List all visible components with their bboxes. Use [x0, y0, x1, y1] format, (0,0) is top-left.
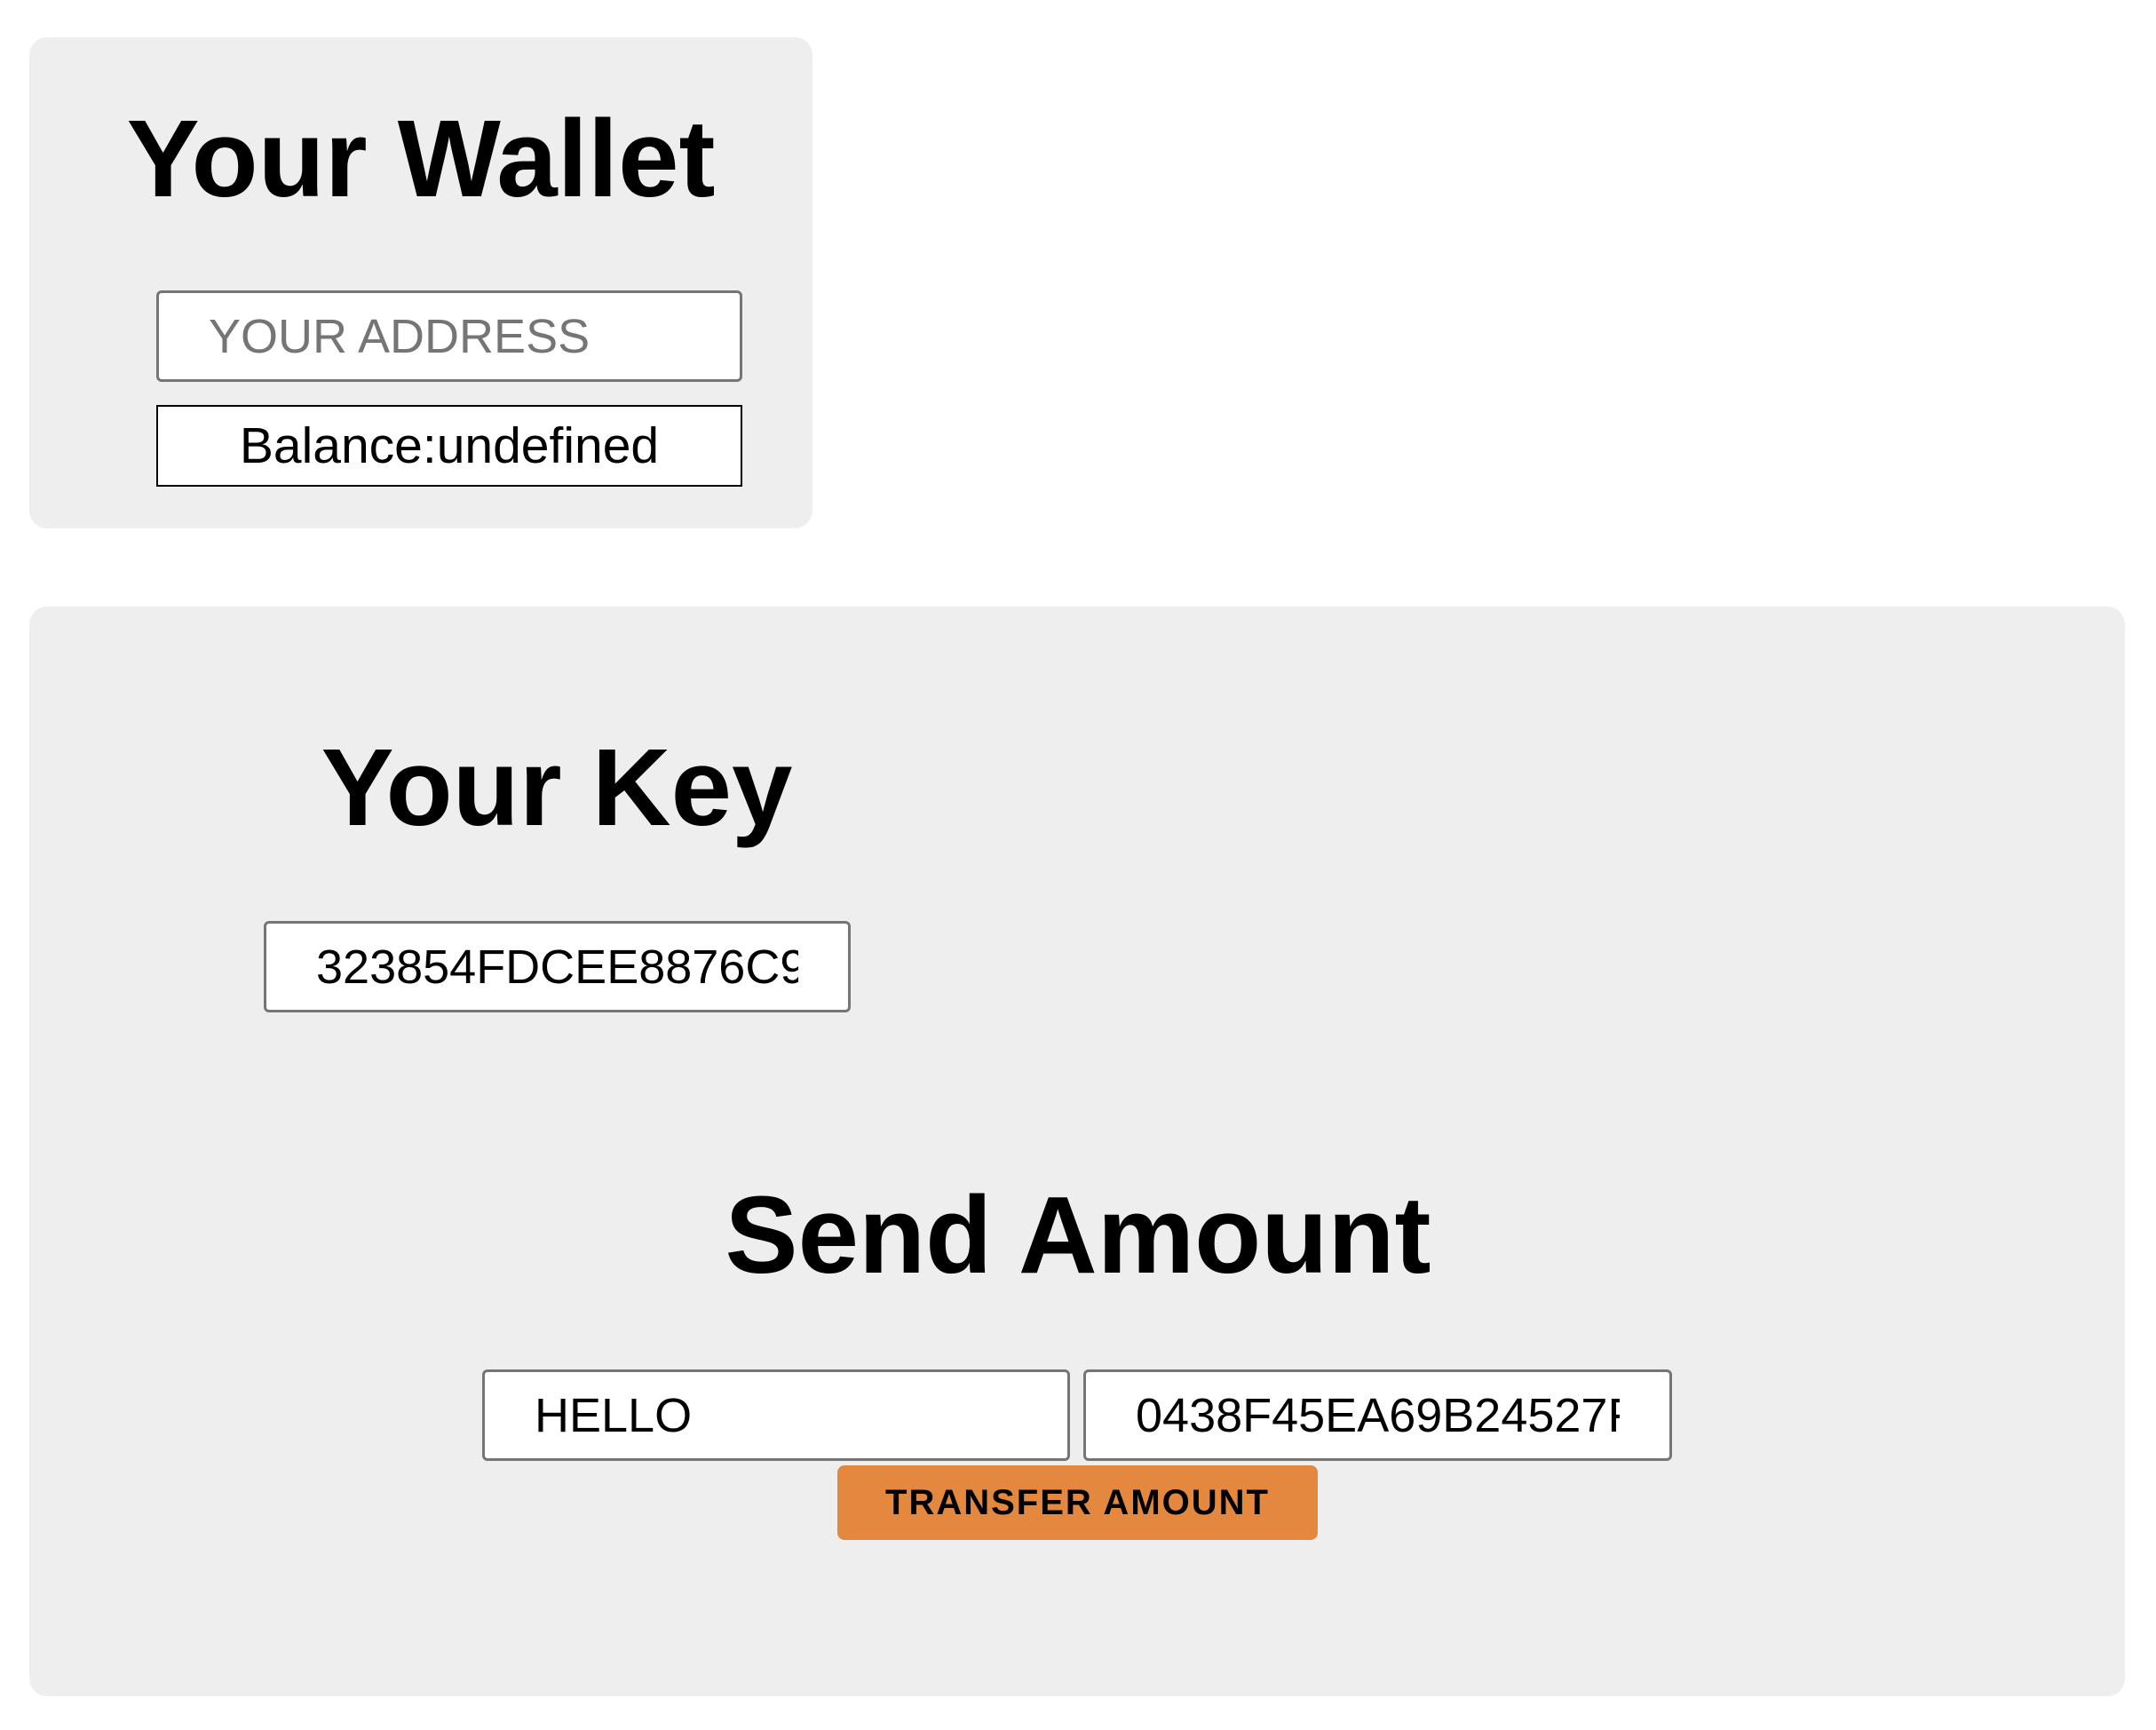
balance-display: Balance:undefined	[156, 405, 742, 487]
transfer-amount-button[interactable]: TRANSFER AMOUNT	[837, 1465, 1318, 1540]
amount-input[interactable]	[482, 1369, 1070, 1461]
private-key-input[interactable]	[264, 921, 851, 1012]
send-amount-title: Send Amount	[725, 1175, 1431, 1297]
wallet-card: Your Wallet Balance:undefined	[29, 37, 812, 528]
address-input[interactable]	[156, 290, 742, 382]
key-title: Your Key	[321, 727, 793, 849]
wallet-title: Your Wallet	[126, 99, 716, 220]
recipient-address-input[interactable]	[1083, 1369, 1672, 1461]
